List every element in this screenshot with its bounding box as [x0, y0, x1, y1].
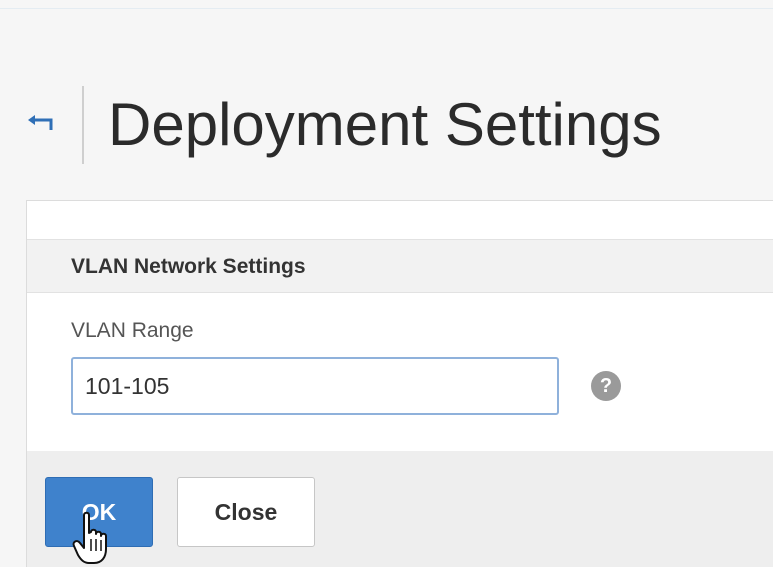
- section-header: VLAN Network Settings: [27, 239, 773, 293]
- help-icon[interactable]: ?: [591, 371, 621, 401]
- back-button[interactable]: [22, 104, 62, 144]
- title-divider: [82, 86, 84, 164]
- deployment-settings-page: Deployment Settings VLAN Network Setting…: [0, 0, 773, 567]
- dialog-footer: OK Close: [26, 451, 773, 567]
- section-title: VLAN Network Settings: [71, 255, 306, 278]
- page-title: Deployment Settings: [108, 91, 662, 158]
- vlan-range-label: VLAN Range: [71, 319, 194, 342]
- close-button[interactable]: Close: [177, 477, 315, 547]
- back-arrow-icon: [28, 115, 53, 130]
- vlan-range-input[interactable]: [71, 357, 559, 415]
- ok-button[interactable]: OK: [45, 477, 153, 547]
- settings-panel: VLAN Network Settings VLAN Range ?: [26, 200, 773, 451]
- top-divider: [0, 8, 773, 9]
